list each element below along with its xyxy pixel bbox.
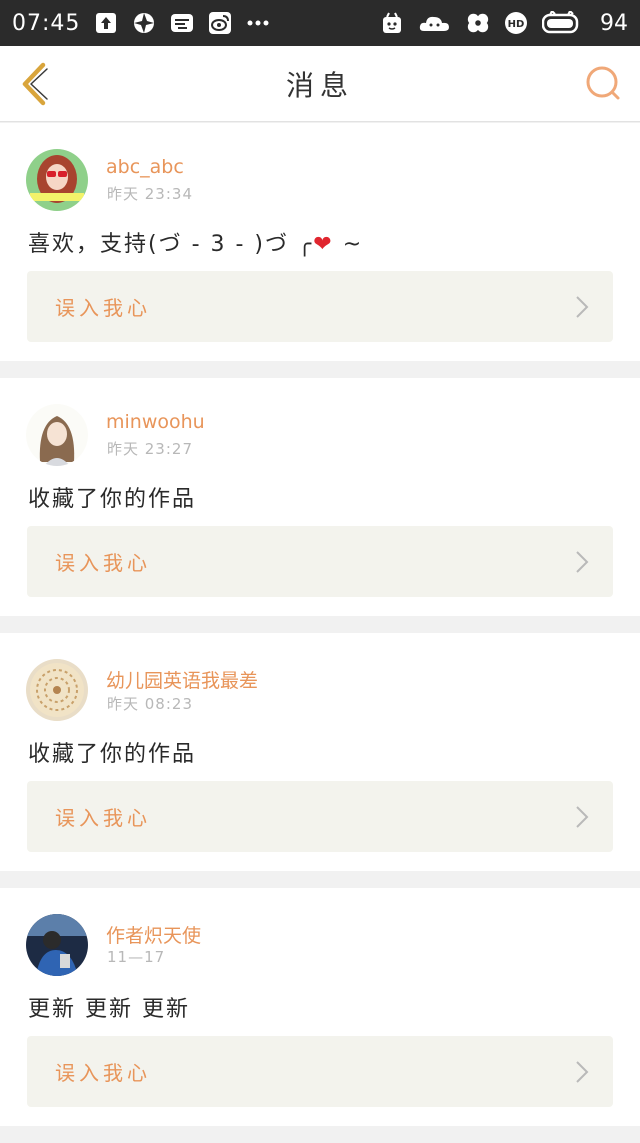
- work-title: 误入我心: [55, 806, 151, 830]
- message-card: 作者炽天使 11—17 更新 更新 更新 误入我心: [0, 888, 640, 1126]
- avatar[interactable]: [26, 914, 88, 976]
- message-text: 收藏了你的作品: [28, 742, 197, 767]
- message-card: minwoohu 昨天 23:27 收藏了你的作品 误入我心: [0, 378, 640, 616]
- clover-icon: [466, 11, 490, 35]
- avatar[interactable]: [26, 149, 88, 211]
- battery-icon: [542, 11, 582, 35]
- status-bar-left: 07:45: [12, 11, 270, 36]
- chevron-right-icon: [576, 806, 589, 828]
- chat-app-icon: [170, 11, 194, 35]
- work-title: 误入我心: [55, 551, 151, 575]
- status-bar-right: HD 94: [380, 11, 628, 36]
- hd-icon: HD: [504, 11, 528, 35]
- message-list: abc_abc 昨天 23:34 喜欢，支持(づ - 3 - )づ ╭❤ ~ 误…: [0, 123, 640, 1143]
- username[interactable]: minwoohu: [106, 411, 205, 433]
- upload-icon: [94, 11, 118, 35]
- message-text: 更新 更新 更新: [28, 997, 190, 1022]
- chevron-right-icon: [576, 551, 589, 573]
- more-dots-icon: [246, 11, 270, 35]
- cloud-app-icon: [418, 11, 452, 35]
- work-title: 误入我心: [55, 1061, 151, 1085]
- message-text-body: 喜欢，支持(づ - 3 - )づ ╭: [28, 232, 314, 257]
- username[interactable]: abc_abc: [106, 156, 184, 178]
- work-title: 误入我心: [55, 296, 151, 320]
- svg-text:HD: HD: [508, 19, 525, 30]
- message-text: 喜欢，支持(づ - 3 - )づ ╭❤ ~: [28, 226, 363, 258]
- message-text: 收藏了你的作品: [28, 487, 197, 512]
- search-button[interactable]: [582, 62, 626, 106]
- avatar[interactable]: [26, 404, 88, 466]
- message-card: abc_abc 昨天 23:34 喜欢，支持(づ - 3 - )づ ╭❤ ~ 误…: [0, 123, 640, 361]
- work-link[interactable]: 误入我心: [27, 271, 613, 342]
- chevron-left-icon: [22, 62, 48, 106]
- status-bar: 07:45 HD 94: [0, 0, 640, 46]
- work-link[interactable]: 误入我心: [27, 1036, 613, 1107]
- timestamp: 昨天 23:27: [107, 440, 193, 458]
- message-text-suffix: ~: [333, 232, 364, 257]
- app-header: 消息: [0, 46, 640, 122]
- timestamp: 11—17: [107, 948, 166, 966]
- page-title: 消息: [285, 68, 354, 102]
- message-card: 幼儿园英语我最差 昨天 08:23 收藏了你的作品 误入我心: [0, 633, 640, 871]
- app-notification-icon: [380, 11, 404, 35]
- avatar[interactable]: [26, 659, 88, 721]
- weibo-icon: [208, 11, 232, 35]
- work-link[interactable]: 误入我心: [27, 526, 613, 597]
- status-time: 07:45: [12, 10, 81, 36]
- chevron-right-icon: [576, 296, 589, 318]
- back-button[interactable]: [14, 60, 54, 108]
- username[interactable]: 作者炽天使: [106, 921, 201, 948]
- timestamp: 昨天 23:34: [107, 185, 193, 203]
- heart-emoji: ❤: [313, 232, 334, 257]
- timestamp: 昨天 08:23: [107, 695, 193, 713]
- search-icon: [586, 66, 620, 100]
- chevron-right-icon: [576, 1061, 589, 1083]
- username[interactable]: 幼儿园英语我最差: [106, 666, 258, 693]
- work-link[interactable]: 误入我心: [27, 781, 613, 852]
- aperture-app-icon: [132, 11, 156, 35]
- battery-level: 94: [600, 10, 628, 36]
